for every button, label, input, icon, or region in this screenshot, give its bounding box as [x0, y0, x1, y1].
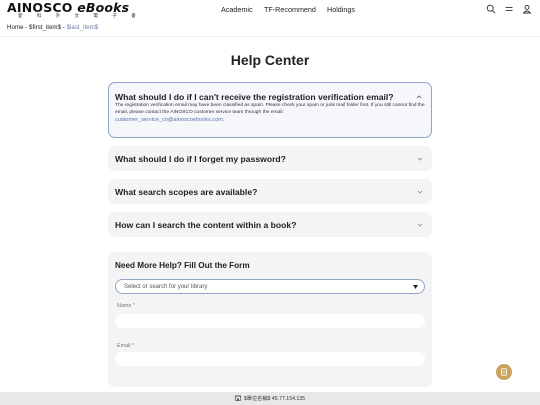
- email-field[interactable]: [115, 352, 425, 366]
- footer-text: $單位名稱$ 45.77.154.135: [243, 396, 306, 402]
- logo-subtitle: 愛 科 外 文 電 子 書: [18, 14, 143, 19]
- nav-holdings[interactable]: Holdings: [327, 5, 355, 14]
- logo[interactable]: AINOSCO eBooks 愛 科 外 文 電 子 書: [7, 0, 143, 20]
- search-icon[interactable]: [486, 4, 496, 14]
- user-icon[interactable]: [522, 4, 532, 14]
- chevron-up-icon[interactable]: [416, 94, 422, 100]
- library-select-placeholder: Select or search for your library: [124, 283, 208, 290]
- faq-answer-text: The registration verification email may …: [115, 103, 425, 115]
- caret-down-icon[interactable]: [413, 285, 418, 289]
- nav-academic[interactable]: Academic: [221, 5, 253, 14]
- breadcrumb-home[interactable]: Home: [7, 24, 24, 31]
- menu-icon[interactable]: [504, 4, 514, 14]
- top-header: AINOSCO eBooks 愛 科 外 文 電 子 書 Academic TF…: [0, 0, 540, 22]
- faq-item-search-scopes[interactable]: What search scopes are available?: [108, 179, 432, 204]
- page-title: Help Center: [230, 52, 310, 68]
- support-email-link[interactable]: customer_service_cn@ainoscoebooks.com.: [115, 117, 425, 124]
- help-form: Need More Help? Fill Out the Form Select…: [108, 252, 432, 387]
- breadcrumb: Home - $first_item$ - $last_item$: [7, 24, 98, 31]
- breadcrumb-last-item: $last_item$: [66, 24, 99, 31]
- name-field[interactable]: [115, 314, 425, 328]
- footer-bar: $單位名稱$ 45.77.154.135: [0, 392, 540, 405]
- nav-tf-recommend[interactable]: TF-Recommend: [264, 5, 316, 14]
- form-title: Need More Help? Fill Out the Form: [115, 261, 250, 270]
- faq-question[interactable]: What should I do if I forget my password…: [115, 154, 286, 164]
- feedback-button[interactable]: [496, 364, 512, 380]
- faq-question[interactable]: What should I do if I can't receive the …: [115, 92, 394, 102]
- divider: [0, 36, 540, 37]
- chevron-down-icon[interactable]: [417, 189, 423, 195]
- chevron-down-icon[interactable]: [417, 222, 423, 228]
- breadcrumb-first-item[interactable]: $first_item$: [29, 24, 61, 31]
- building-icon: [234, 395, 241, 401]
- faq-item-verification-email[interactable]: What should I do if I can't receive the …: [108, 82, 432, 138]
- document-icon: [501, 368, 507, 376]
- library-select[interactable]: Select or search for your library: [115, 279, 425, 294]
- faq-item-search-within-book[interactable]: How can I search the content within a bo…: [108, 212, 432, 237]
- footer-info: $單位名稱$ 45.77.154.135: [0, 395, 540, 402]
- name-label: Name *: [117, 303, 135, 309]
- faq-question[interactable]: What search scopes are available?: [115, 187, 257, 197]
- faq-question[interactable]: How can I search the content within a bo…: [115, 220, 296, 230]
- header-icons: [486, 4, 532, 14]
- email-label: Email *: [117, 343, 135, 349]
- faq-answer: The registration verification email may …: [115, 102, 425, 124]
- breadcrumb-separator: -: [25, 24, 28, 31]
- breadcrumb-separator: -: [62, 24, 65, 31]
- logo-title: AINOSCO eBooks: [7, 0, 130, 15]
- faq-item-forgot-password[interactable]: What should I do if I forget my password…: [108, 146, 432, 171]
- chevron-down-icon[interactable]: [417, 156, 423, 162]
